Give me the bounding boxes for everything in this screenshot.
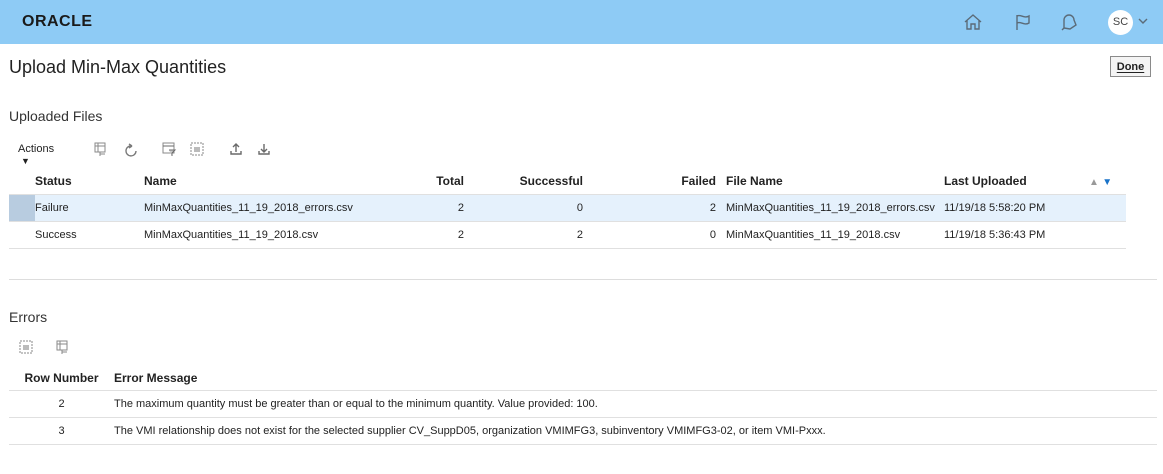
empty-cell <box>1089 194 1126 222</box>
global-header: ORACLE SC <box>0 0 1163 44</box>
oracle-logo[interactable]: ORACLE <box>22 13 93 31</box>
total-cell: 2 <box>399 221 476 249</box>
query-by-example-icon[interactable] <box>161 141 177 157</box>
column-header-last-uploaded[interactable]: Last Uploaded <box>944 168 1089 195</box>
name-cell: MinMaxQuantities_11_19_2018_errors.csv <box>144 194 399 222</box>
chevron-down-icon[interactable] <box>1137 15 1149 30</box>
actions-label: Actions <box>18 143 55 155</box>
column-header-name[interactable]: Name <box>144 168 399 195</box>
dropdown-arrow-icon: ▼ <box>21 156 30 166</box>
done-button[interactable]: Done <box>1110 56 1151 77</box>
uploaded-files-title: Uploaded Files <box>9 108 103 124</box>
uploaded-files-table: Status Name Total Successful Failed File… <box>9 168 1126 249</box>
freeze-icon[interactable] <box>93 141 109 157</box>
download-icon[interactable] <box>256 141 272 157</box>
table-row[interactable]: Failure MinMaxQuantities_11_19_2018_erro… <box>9 194 1126 222</box>
flag-icon[interactable] <box>1012 11 1034 33</box>
actions-menu[interactable]: Actions ▼ <box>18 143 54 167</box>
table-header-row: Status Name Total Successful Failed File… <box>9 168 1126 195</box>
row-selector-header <box>9 168 35 195</box>
notifications-icon[interactable] <box>1058 11 1080 33</box>
column-header-row-number[interactable]: Row Number <box>9 366 114 391</box>
refresh-icon[interactable] <box>124 143 140 159</box>
sort-ascending-icon[interactable]: ▲ <box>1089 177 1099 188</box>
file-name-link[interactable]: MinMaxQuantities_11_19_2018_errors.csv <box>726 194 944 222</box>
sort-controls: ▲ ▼ <box>1089 168 1126 195</box>
column-header-total[interactable]: Total <box>399 168 476 195</box>
column-header-error-message[interactable]: Error Message <box>114 366 1157 391</box>
status-cell: Success <box>35 221 144 249</box>
failed-cell: 0 <box>593 221 726 249</box>
failed-cell: 2 <box>593 194 726 222</box>
last-uploaded-cell: 11/19/18 5:36:43 PM <box>944 221 1089 249</box>
column-header-successful[interactable]: Successful <box>476 168 593 195</box>
row-selector[interactable] <box>9 194 35 222</box>
successful-cell: 2 <box>476 221 593 249</box>
table-header-row: Row Number Error Message <box>9 366 1157 391</box>
empty-cell <box>1089 221 1126 249</box>
upload-icon[interactable] <box>228 141 244 157</box>
table-row[interactable]: Success MinMaxQuantities_11_19_2018.csv … <box>9 221 1126 249</box>
errors-table: Row Number Error Message 2 The maximum q… <box>9 366 1157 445</box>
error-message-cell: The VMI relationship does not exist for … <box>114 417 1157 445</box>
home-icon[interactable] <box>962 11 984 33</box>
detach-icon[interactable] <box>189 141 205 157</box>
freeze-icon[interactable] <box>55 339 71 355</box>
status-cell: Failure <box>35 194 144 222</box>
column-header-failed[interactable]: Failed <box>593 168 726 195</box>
errors-title: Errors <box>9 309 48 325</box>
error-message-cell: The maximum quantity must be greater tha… <box>114 390 1157 418</box>
file-name-link[interactable]: MinMaxQuantities_11_19_2018.csv <box>726 221 944 249</box>
sort-descending-icon[interactable]: ▼ <box>1102 177 1112 188</box>
table-row[interactable]: 3 The VMI relationship does not exist fo… <box>9 417 1157 445</box>
row-number-cell: 3 <box>9 417 114 445</box>
section-divider <box>9 279 1157 280</box>
successful-cell: 0 <box>476 194 593 222</box>
total-cell: 2 <box>399 194 476 222</box>
detach-icon[interactable] <box>18 339 34 355</box>
row-number-cell: 2 <box>9 390 114 418</box>
name-cell: MinMaxQuantities_11_19_2018.csv <box>144 221 399 249</box>
last-uploaded-cell: 11/19/18 5:58:20 PM <box>944 194 1089 222</box>
row-selector[interactable] <box>9 221 35 249</box>
table-row[interactable]: 2 The maximum quantity must be greater t… <box>9 390 1157 418</box>
column-header-status[interactable]: Status <box>35 168 144 195</box>
user-avatar[interactable]: SC <box>1108 10 1133 35</box>
column-header-file-name[interactable]: File Name <box>726 168 944 195</box>
page-title: Upload Min-Max Quantities <box>9 57 227 77</box>
